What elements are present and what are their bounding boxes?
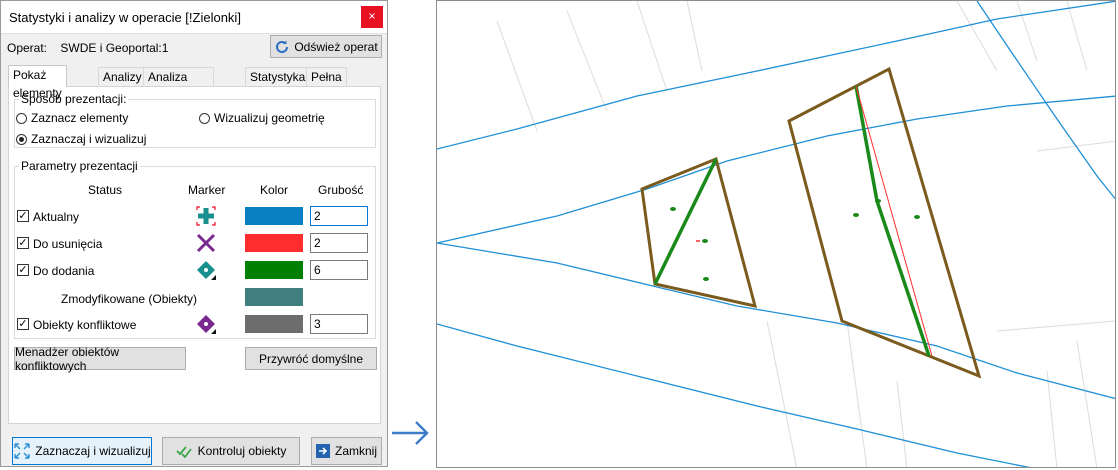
conflict-manager-button[interactable]: Menadżer obiektów konfliktowych: [14, 345, 186, 373]
status-row-zmodyfikowane: Zmodyfikowane (Obiekty): [9, 286, 380, 310]
status-label-do-dodania: Do dodania: [33, 264, 95, 278]
refresh-icon: [276, 40, 289, 53]
color-swatch-aktualny[interactable]: [245, 207, 303, 225]
radio-select-and-visualize-label: Zaznaczaj i wizualizuj: [31, 132, 147, 146]
expand-arrows-icon: [14, 443, 30, 459]
status-row-do-usuniecia: ✓ Do usunięcia 2: [9, 232, 380, 256]
status-label-obiekty-konfliktowe: Obiekty konfliktowe: [33, 318, 137, 332]
color-swatch-obiekty-konfliktowe[interactable]: [245, 315, 303, 333]
background-parcel-lines: [496, 1, 1115, 467]
color-swatch-do-dodania[interactable]: [245, 261, 303, 279]
tab-show-elements[interactable]: Pokaż elementy: [8, 65, 67, 100]
tab-statistics[interactable]: Statystyka: [245, 67, 311, 86]
plus-marker-icon[interactable]: [195, 205, 217, 227]
status-row-do-dodania: ✓ Do dodania 6: [9, 259, 380, 283]
radio-visualize-geometry[interactable]: Wizualizuj geometrię: [199, 111, 325, 125]
radio-dot[interactable]: [199, 112, 210, 124]
color-header: Kolor: [260, 183, 289, 197]
diamond-marker-teal-icon[interactable]: [195, 259, 217, 281]
checkbox-do-usuniecia[interactable]: ✓: [17, 237, 29, 249]
diamond-marker-purple-icon[interactable]: [195, 313, 217, 335]
radio-select-and-visualize[interactable]: Zaznaczaj i wizualizuj: [16, 132, 146, 146]
thickness-input-obiekty-konfliktowe[interactable]: 3: [310, 314, 368, 334]
double-check-icon: [176, 446, 192, 458]
radio-dot[interactable]: [16, 133, 27, 145]
tab-adjacency-analysis[interactable]: Analiza przylegania: [143, 67, 215, 102]
radio-select-elements[interactable]: Zaznacz elementy: [16, 111, 128, 125]
thickness-input-do-dodania[interactable]: 6: [310, 260, 368, 280]
road-boundary-lines: [437, 1, 1115, 467]
map-view[interactable]: [436, 0, 1116, 468]
thickness-header: Grubość: [318, 183, 364, 197]
status-row-aktualny: ✓ Aktualny 2: [9, 205, 380, 229]
radio-select-elements-label: Zaznacz elementy: [31, 111, 129, 125]
color-swatch-do-usuniecia[interactable]: [245, 234, 303, 252]
operat-value: SWDE i Geoportal:1: [60, 41, 169, 55]
presentation-params-legend: Parametry prezentacji: [21, 159, 138, 173]
window-title: Statystyki i analizy w operacie [!Zielon…: [9, 10, 241, 25]
refresh-operat-button[interactable]: Odśwież operat: [270, 35, 382, 58]
statistics-dialog: Statystyki i analizy w operacie [!Zielon…: [0, 0, 388, 467]
color-swatch-zmodyfikowane[interactable]: [245, 288, 303, 306]
status-row-obiekty-konfliktowe: ✓ Obiekty konfliktowe 3: [9, 313, 380, 337]
status-label-do-usuniecia: Do usunięcia: [33, 237, 103, 251]
exit-icon: [315, 444, 330, 458]
select-visualize-button[interactable]: Zaznaczaj i wizualizuj: [12, 437, 152, 465]
radio-dot[interactable]: [16, 112, 27, 124]
checkbox-aktualny[interactable]: ✓: [17, 210, 29, 222]
title-bar[interactable]: Statystyki i analizy w operacie [!Zielon…: [1, 1, 387, 34]
status-header: Status: [88, 183, 123, 197]
removed-line: [855, 85, 933, 357]
tab-full-list[interactable]: Pełna lista: [306, 67, 347, 102]
status-label-zmodyfikowane: Zmodyfikowane (Obiekty): [61, 292, 198, 306]
radio-visualize-geometry-label: Wizualizuj geometrię: [214, 111, 325, 125]
show-elements-panel: Sposób prezentacji: Zaznacz elementy Wiz…: [8, 86, 381, 424]
close-label: Zamknij: [334, 444, 377, 458]
thickness-input-aktualny[interactable]: 2: [310, 206, 368, 226]
close-button[interactable]: Zamknij: [311, 437, 382, 465]
arrow-right-icon: [392, 421, 429, 445]
status-label-aktualny: Aktualny: [33, 210, 80, 224]
parcel-outlines: [640, 66, 982, 379]
tab-analyses[interactable]: Analizy: [98, 67, 147, 86]
operat-label: Operat:: [7, 41, 48, 55]
select-visualize-label: Zaznaczaj i wizualizuj: [35, 444, 151, 458]
check-objects-button[interactable]: Kontroluj obiekty: [162, 437, 300, 465]
marker-header: Marker: [188, 183, 226, 197]
map-canvas[interactable]: [437, 1, 1116, 468]
checkbox-obiekty-konfliktowe[interactable]: ✓: [17, 318, 29, 330]
checkbox-do-dodania[interactable]: ✓: [17, 264, 29, 276]
refresh-operat-label: Odśwież operat: [294, 39, 378, 54]
point-markers: [670, 199, 920, 281]
x-marker-icon[interactable]: [195, 232, 217, 254]
operat-row: Operat: SWDE i Geoportal:1: [7, 41, 168, 55]
close-window-button[interactable]: ×: [361, 6, 383, 28]
restore-defaults-button[interactable]: Przywróć domyślne: [245, 347, 377, 370]
thickness-input-do-usuniecia[interactable]: 2: [310, 233, 368, 253]
check-objects-label: Kontroluj obiekty: [197, 444, 287, 458]
